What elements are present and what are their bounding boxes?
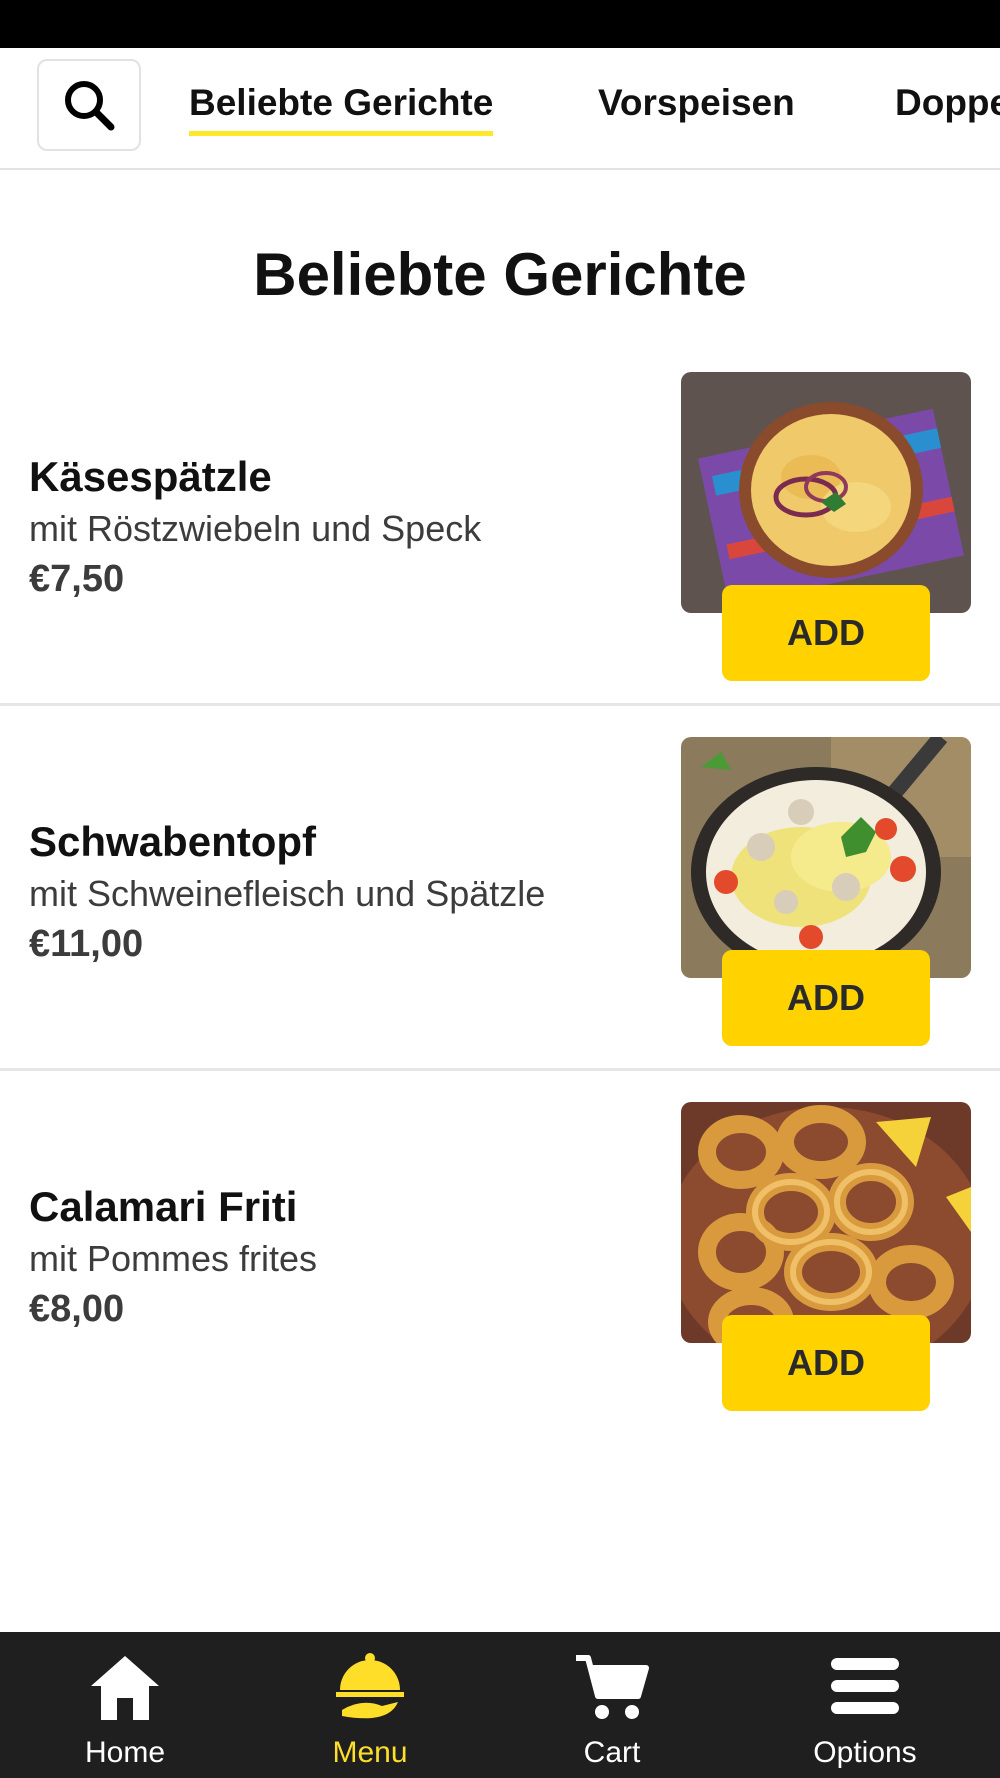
item-name: Calamari Friti (29, 1183, 298, 1230)
hamburger-icon (831, 1658, 899, 1714)
item-description: mit Röstzwiebeln und Speck (29, 508, 482, 549)
category-tab-bar: Beliebte Gerichte Vorspeisen Doppe (0, 48, 1000, 170)
add-button[interactable]: ADD (722, 585, 930, 681)
add-button[interactable]: ADD (722, 950, 930, 1046)
cart-icon (576, 1655, 649, 1719)
menu-item: Käsespätzle mit Röstzwiebeln und Speck €… (0, 338, 1000, 703)
menu-cloche-icon (336, 1653, 404, 1719)
item-price: €11,00 (29, 923, 144, 965)
tab-beliebte-gerichte[interactable]: Beliebte Gerichte (189, 82, 494, 136)
search-icon (65, 81, 115, 131)
section-title: Beliebte Gerichte (253, 241, 747, 308)
tab-vorspeisen[interactable]: Vorspeisen (598, 82, 795, 124)
nav-label: Options (813, 1736, 917, 1769)
nav-label: Menu (332, 1736, 408, 1769)
item-description: mit Schweinefleisch und Spätzle (29, 873, 546, 914)
divider (0, 1068, 1000, 1071)
item-image[interactable] (681, 1102, 971, 1343)
item-price: €7,50 (29, 558, 125, 600)
item-image[interactable] (681, 372, 971, 613)
item-image[interactable] (681, 737, 971, 978)
add-button[interactable]: ADD (722, 1315, 930, 1411)
home-icon (91, 1656, 159, 1720)
search-button[interactable] (37, 59, 141, 151)
nav-options[interactable]: Options (740, 1632, 990, 1778)
item-price: €8,00 (29, 1288, 125, 1330)
menu-item: Schwabentopf mit Schweinefleisch und Spä… (0, 703, 1000, 1068)
nav-home[interactable]: Home (0, 1632, 250, 1778)
bottom-navigation: Home Menu Cart Options (0, 1632, 1000, 1778)
menu-item: Calamari Friti mit Pommes frites €8,00 A… (0, 1068, 1000, 1433)
nav-label: Home (84, 1736, 166, 1769)
item-name: Schwabentopf (29, 818, 317, 865)
nav-label: Cart (583, 1736, 641, 1769)
status-bar (0, 0, 1000, 48)
item-name: Käsespätzle (29, 453, 272, 500)
divider (0, 703, 1000, 706)
nav-menu[interactable]: Menu (245, 1632, 495, 1778)
nav-cart[interactable]: Cart (487, 1632, 737, 1778)
item-description: mit Pommes frites (29, 1238, 318, 1279)
tab-doppe[interactable]: Doppe (895, 82, 1000, 124)
